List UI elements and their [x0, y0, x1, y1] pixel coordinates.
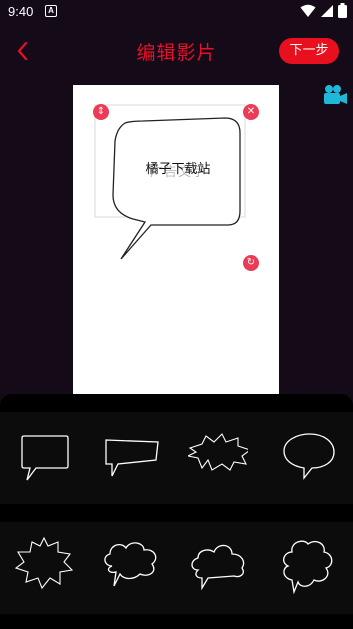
bubble-row-2: [0, 522, 353, 614]
status-bar: 9:40 A: [0, 0, 353, 24]
battery-icon: [338, 3, 347, 18]
wifi-icon: [300, 4, 316, 17]
speech-bubble-cloud-icon[interactable]: [100, 536, 160, 596]
editor-canvas[interactable]: 广告文字 橘子下载站 ⇕ ✕ ↻: [73, 85, 279, 395]
bubble-text[interactable]: 橘子下载站: [133, 158, 223, 177]
speech-bubble-rounded-icon[interactable]: [14, 428, 74, 488]
rotate-handle-icon[interactable]: ↻: [243, 255, 259, 271]
speech-bubble-burst-icon[interactable]: [188, 428, 248, 488]
next-step-button[interactable]: 下一步: [279, 38, 339, 64]
delete-handle-icon[interactable]: ✕: [243, 104, 259, 120]
speech-bubble-rect-icon[interactable]: [100, 428, 160, 488]
speech-bubble-spiky-icon[interactable]: [14, 536, 74, 596]
header: 编辑影片 下一步: [0, 24, 353, 80]
signal-icon: [321, 4, 333, 17]
speech-bubble-cloud-tall-icon[interactable]: [276, 536, 336, 596]
speech-bubble-oval-icon[interactable]: [280, 428, 340, 488]
bubble-template-panel: [0, 394, 353, 629]
notification-icon: A: [45, 5, 57, 17]
flip-handle-icon[interactable]: ⇕: [93, 104, 109, 120]
bubble-row-1: [0, 412, 353, 504]
video-camera-icon[interactable]: [322, 84, 348, 106]
status-time: 9:40: [8, 4, 34, 19]
speech-bubble-cloud-small-icon[interactable]: [188, 536, 248, 596]
speech-bubble-element[interactable]: [73, 85, 279, 395]
status-icons: [300, 3, 347, 18]
